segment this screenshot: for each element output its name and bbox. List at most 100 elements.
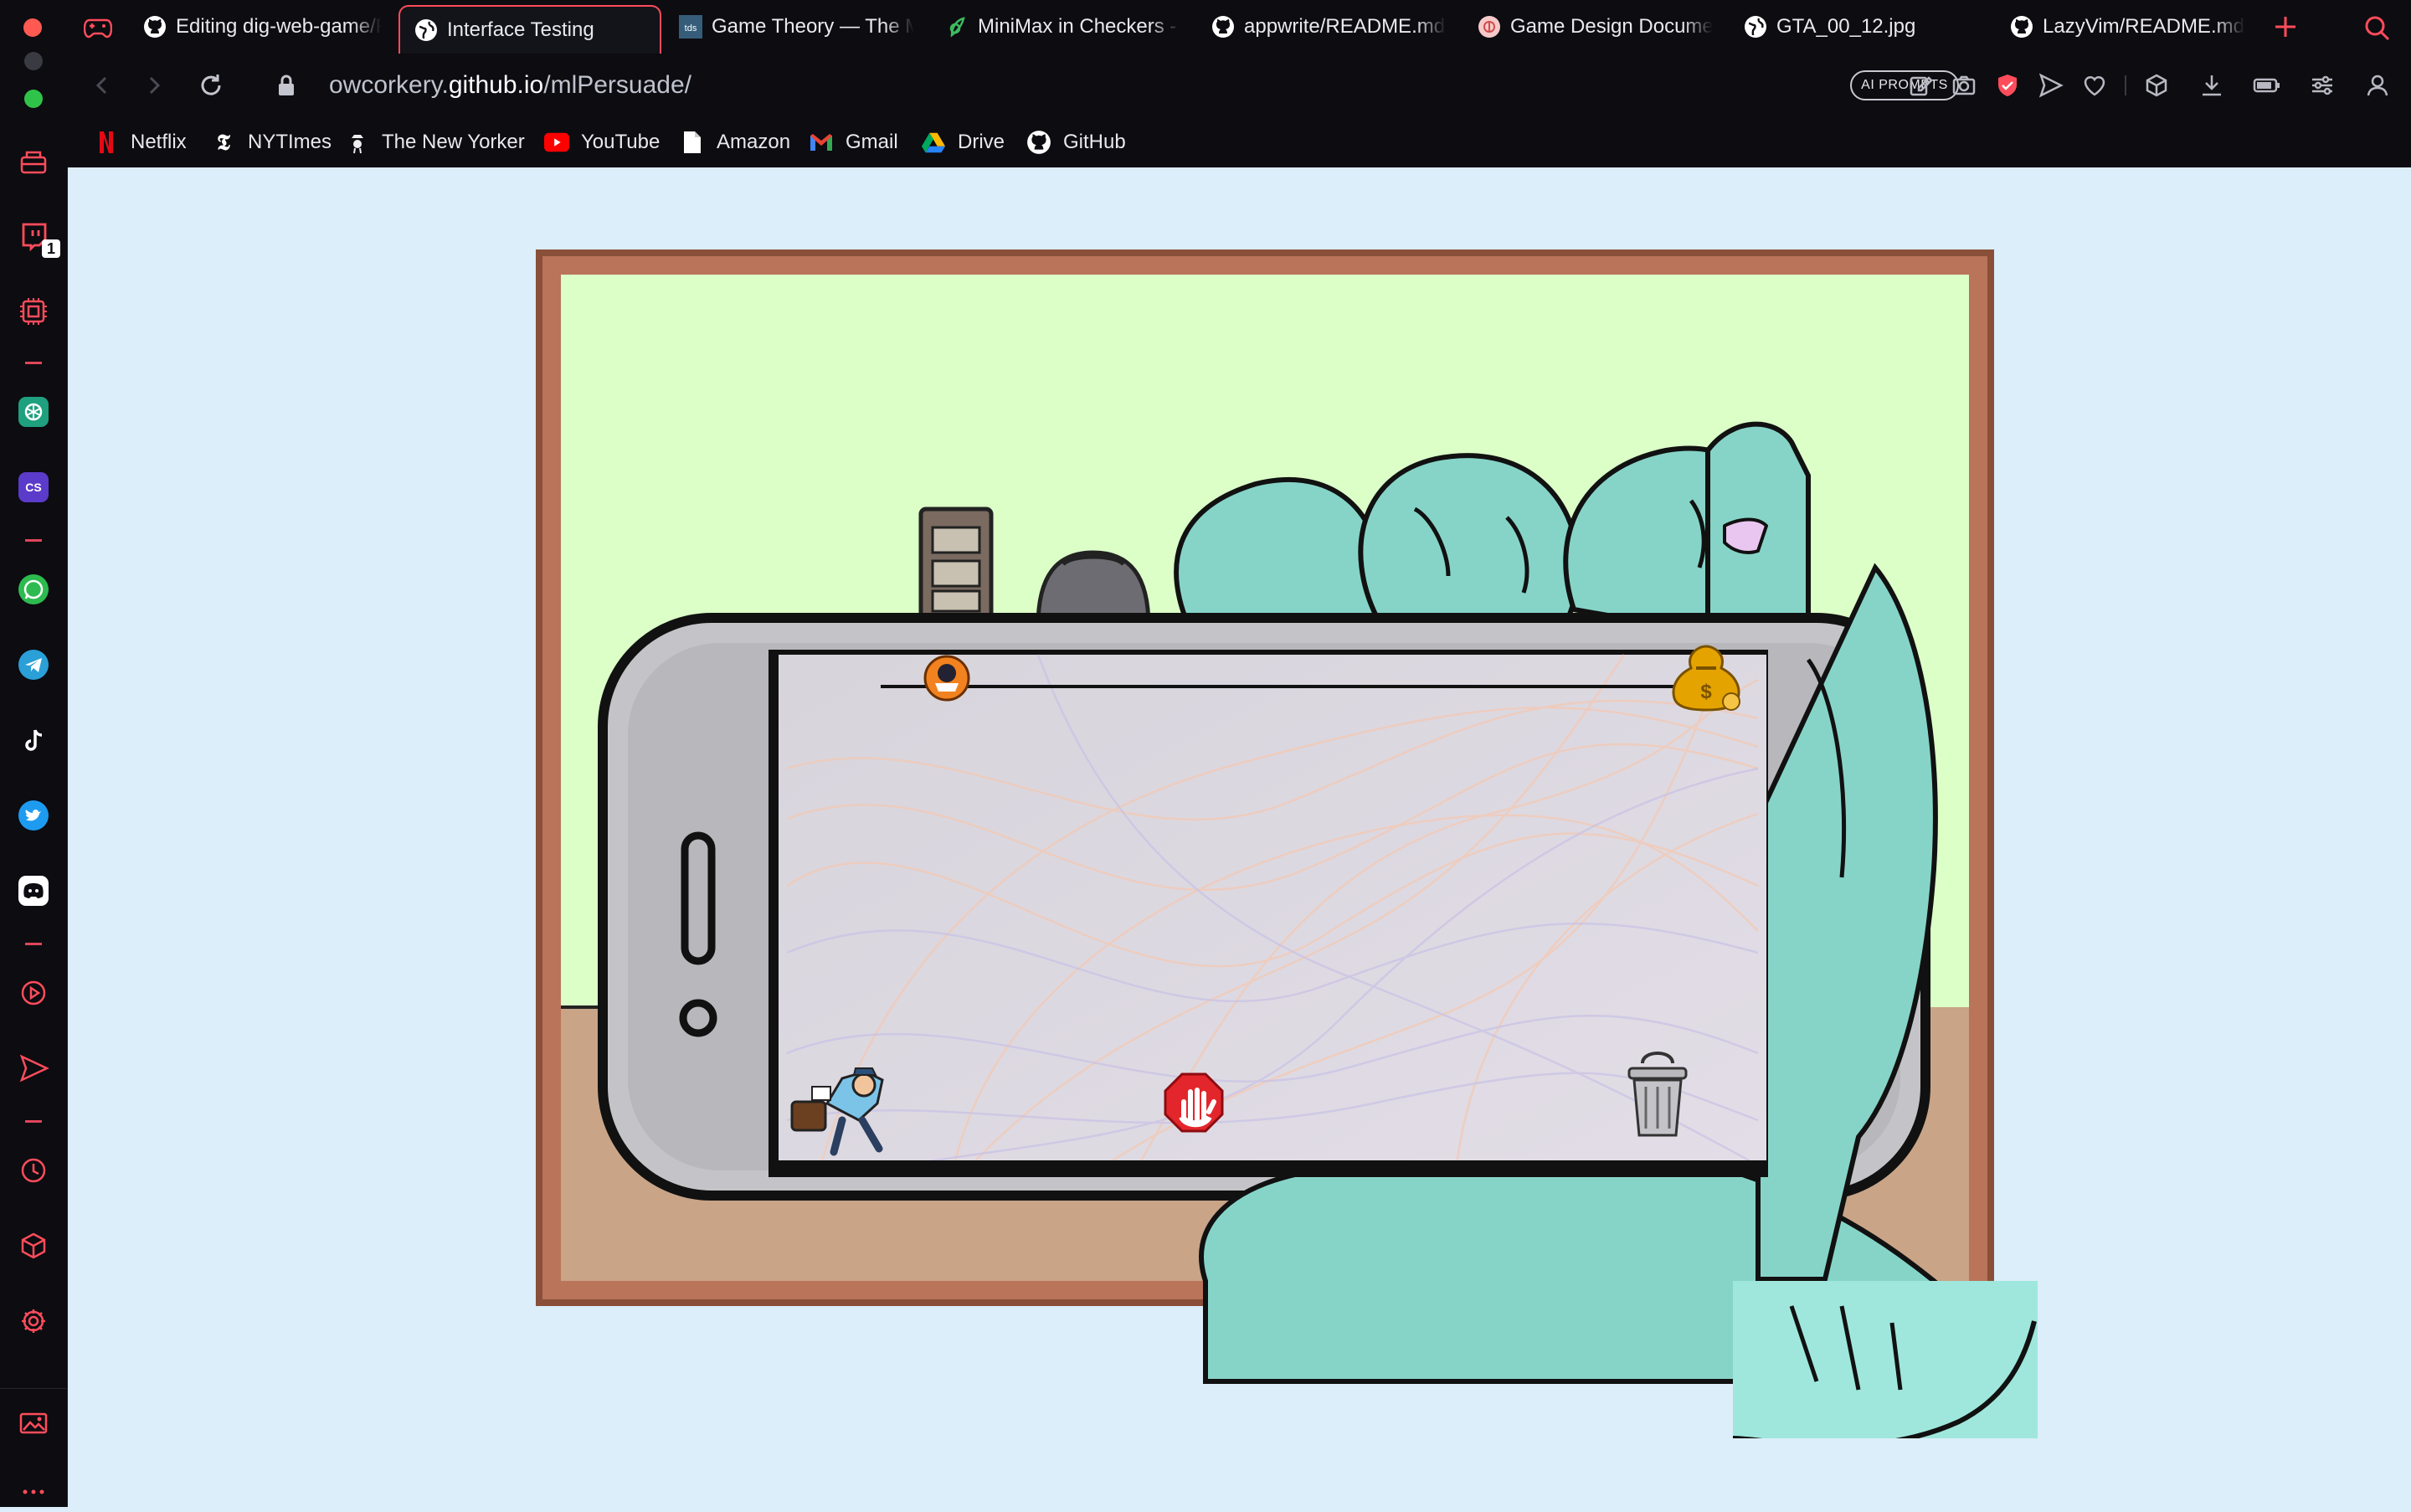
hand-overflow-patch: [1733, 1281, 2038, 1438]
bookmark-label: The New Yorker: [382, 131, 525, 153]
svg-text:CS: CS: [25, 481, 41, 494]
edit-page-icon[interactable]: [1904, 69, 1937, 102]
search-tabs-icon[interactable]: [2362, 13, 2393, 44]
tab-label: LazyVim/README.md at main: [2043, 15, 2245, 38]
sidebar-divider: [0, 1388, 67, 1389]
cs-icon[interactable]: CS: [13, 467, 54, 507]
bookmark-github[interactable]: GitHub: [1026, 124, 1126, 161]
tab-game-theory-minimax[interactable]: tds Game Theory — The Minimax Algorithm: [665, 5, 928, 49]
tab-label: Editing dig-web-game/README.md: [176, 15, 382, 38]
download-icon[interactable]: [2195, 69, 2229, 102]
cpu-icon[interactable]: [13, 291, 54, 332]
github-icon: [1026, 130, 1051, 155]
discord-icon[interactable]: [13, 871, 54, 911]
speed-dial-icon[interactable]: [13, 142, 54, 183]
bookmark-gmail[interactable]: Gmail: [809, 124, 898, 161]
nytimes-icon: 𝕿: [211, 130, 236, 155]
player-token-icon: [923, 655, 970, 702]
back-button[interactable]: [84, 67, 121, 104]
bookmark-the-new-yorker[interactable]: The New Yorker: [345, 124, 525, 161]
bookmark-label: GitHub: [1063, 131, 1126, 153]
bookmark-drive[interactable]: Drive: [921, 124, 1005, 161]
bookmark-netflix[interactable]: Netflix: [94, 124, 187, 161]
tab-interface-testing[interactable]: Interface Testing: [398, 5, 661, 54]
battery-saver-icon[interactable]: [2250, 69, 2284, 102]
svg-text:𝕿: 𝕿: [217, 131, 231, 155]
bookmark-label: YouTube: [581, 131, 661, 153]
svg-text:tds: tds: [685, 23, 697, 33]
stop-hand-icon: [1164, 1072, 1224, 1133]
lock-icon[interactable]: [268, 67, 305, 104]
zoom-window-button[interactable]: [24, 90, 43, 108]
github-icon: [2009, 14, 2034, 39]
adblock-shield-icon[interactable]: [1991, 69, 2024, 102]
bookmark-label: Amazon: [717, 131, 791, 153]
tiktok-icon[interactable]: [13, 720, 54, 760]
tab-appwrite-readme[interactable]: appwrite/README.md at master: [1197, 5, 1460, 49]
film-reel-prop: [918, 507, 994, 620]
globe-icon: [414, 18, 439, 43]
tds-icon: tds: [678, 14, 703, 39]
game-scene: $: [536, 249, 2038, 1438]
bookmark-nytimes[interactable]: 𝕿 NYTImes: [211, 124, 332, 161]
tab-game-design-document[interactable]: Game Design Document: [1463, 5, 1726, 49]
game-canvas[interactable]: $: [536, 249, 2038, 1438]
phone-screen: [769, 650, 1768, 1177]
camera-icon[interactable]: [1947, 69, 1981, 102]
tab-label: MiniMax in Checkers - GeeksforGeeks: [978, 15, 1180, 38]
profile-icon[interactable]: [2361, 69, 2394, 102]
tab-minimax-checkers[interactable]: MiniMax in Checkers - GeeksforGeeks: [931, 5, 1194, 49]
reload-button[interactable]: [193, 67, 229, 104]
player-icon[interactable]: [13, 973, 54, 1013]
netflix-icon: [94, 130, 119, 155]
telegram-icon[interactable]: [13, 645, 54, 685]
url-host: github.io: [448, 71, 544, 99]
new-tab-button[interactable]: [2270, 12, 2300, 42]
github-icon: [1211, 14, 1236, 39]
notification-badge: 1: [42, 239, 60, 258]
sidebar-separator: [25, 943, 42, 945]
forward-button[interactable]: [136, 67, 172, 104]
extensions-cube-icon[interactable]: [13, 1226, 54, 1266]
new-yorker-icon: [345, 130, 370, 155]
bookmark-label: Netflix: [131, 131, 187, 153]
send-icon[interactable]: [13, 1048, 54, 1088]
history-icon[interactable]: [13, 1150, 54, 1191]
gmail-icon: [809, 130, 834, 155]
bookmark-youtube[interactable]: YouTube: [544, 124, 660, 161]
close-window-button[interactable]: [23, 18, 42, 37]
drive-icon: [921, 130, 946, 155]
bookmark-label: NYTImes: [248, 131, 332, 153]
address-bar: owcorkery.github.io/mlPersuade/ AI PROMP…: [67, 54, 2411, 117]
youtube-icon: [544, 130, 569, 155]
whatsapp-icon[interactable]: [13, 569, 54, 609]
heart-icon[interactable]: [2078, 69, 2111, 102]
bookmark-label: Drive: [958, 131, 1005, 153]
chatgpt-icon[interactable]: [13, 392, 54, 432]
sidebar-separator: [25, 1120, 42, 1123]
url-field[interactable]: owcorkery.github.io/mlPersuade/: [329, 67, 691, 104]
game-controller-icon[interactable]: [84, 15, 112, 40]
minimize-window-button[interactable]: [24, 52, 43, 70]
easy-setup-icon[interactable]: [2306, 69, 2339, 102]
more-options-icon[interactable]: [13, 1472, 54, 1512]
notification-count: 1: [46, 240, 55, 257]
tab-lazyvim-readme[interactable]: LazyVim/README.md at main: [1996, 5, 2259, 49]
sidebar-separator: [25, 362, 42, 364]
extensions-cube-icon[interactable]: [2140, 69, 2173, 102]
bookmarks-bar: Netflix 𝕿 NYTImes The New Yorker YouTube…: [67, 117, 2411, 167]
url-host-prefix: owcorkery.: [329, 71, 449, 99]
tab-editing-dig-web-game[interactable]: Editing dig-web-game/README.md: [129, 5, 395, 49]
send-icon[interactable]: [2034, 69, 2068, 102]
twitter-icon[interactable]: [13, 795, 54, 836]
globe-icon: [1743, 14, 1768, 39]
leaf-icon: [944, 14, 969, 39]
bookmark-amazon[interactable]: Amazon: [680, 124, 790, 161]
settings-gear-icon[interactable]: [13, 1301, 54, 1341]
tab-label: GTA_00_12.jpg: [1776, 15, 1916, 38]
github-icon: [142, 14, 167, 39]
url-path: /mlPersuade/: [543, 71, 691, 99]
gallery-icon[interactable]: [13, 1403, 54, 1443]
tab-gta-image[interactable]: GTA_00_12.jpg: [1730, 5, 1992, 49]
tab-label: Game Design Document: [1510, 15, 1713, 38]
